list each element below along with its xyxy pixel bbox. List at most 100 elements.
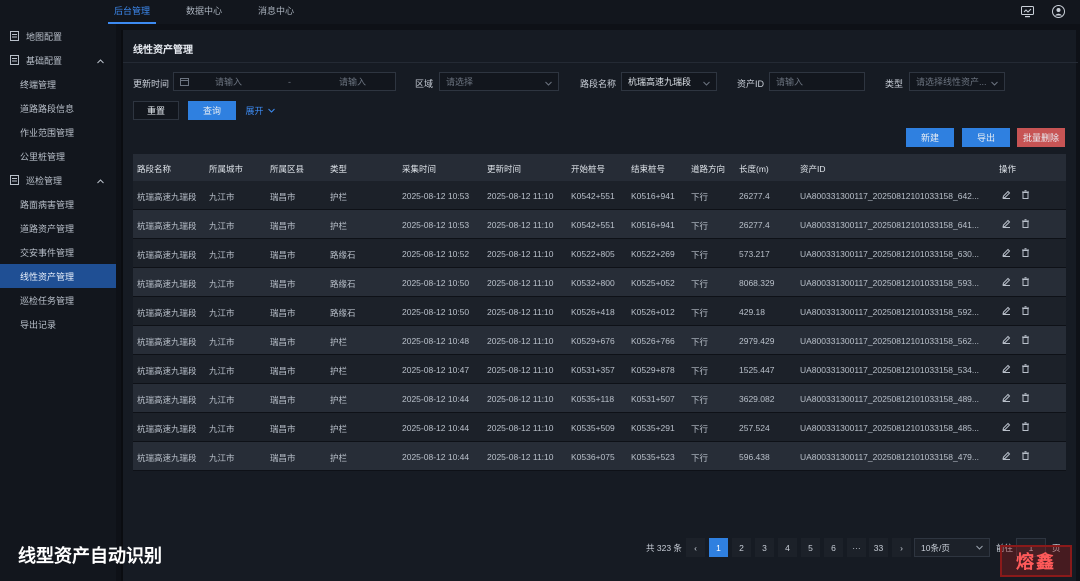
sidebar-item-label: 道路资产管理	[20, 223, 75, 234]
table-row[interactable]: 杭瑞高速九瑞段 九江市 瑞昌市 护栏 2025-08-12 10:47 2025-08-1…	[133, 355, 1066, 384]
sidebar-item-basic-config[interactable]: 基础配置	[0, 48, 116, 72]
query-button[interactable]: 查询	[188, 101, 236, 120]
delete-icon[interactable]	[1021, 451, 1030, 462]
page-size-select[interactable]: 10条/页	[914, 538, 990, 557]
create-button[interactable]: 新建	[906, 128, 954, 147]
sidebar-item-label: 地图配置	[26, 31, 63, 42]
page-6-button[interactable]: 6	[824, 538, 843, 557]
table-row[interactable]: 杭瑞高速九瑞段 九江市 瑞昌市 护栏 2025-08-12 10:44 2025-08-1…	[133, 442, 1066, 471]
sidebar-item-km-marker[interactable]: 公里桩管理	[0, 144, 116, 168]
delete-icon[interactable]	[1021, 248, 1030, 259]
cell-direction: 下行	[691, 366, 709, 376]
cell-type: 路缘石	[330, 250, 356, 260]
edit-icon[interactable]	[1002, 190, 1011, 201]
next-page-button[interactable]: ›	[892, 538, 911, 557]
cell-collect-time: 2025-08-12 10:44	[402, 452, 470, 462]
tab-data-center[interactable]: 数据中心	[180, 0, 228, 24]
expand-button[interactable]: 展开	[243, 101, 277, 120]
cell-length: 26277.4	[739, 220, 770, 230]
cell-length: 2979.429	[739, 336, 775, 346]
delete-icon[interactable]	[1021, 364, 1030, 375]
delete-icon[interactable]	[1021, 335, 1030, 346]
cell-city: 九江市	[209, 453, 235, 463]
sidebar-item-inspection-task[interactable]: 巡检任务管理	[0, 288, 116, 312]
region-select[interactable]: 请选择	[439, 72, 559, 91]
edit-icon[interactable]	[1002, 248, 1011, 259]
row-actions	[1002, 219, 1030, 230]
edit-icon[interactable]	[1002, 393, 1011, 404]
cell-city: 九江市	[209, 424, 235, 434]
monitor-icon[interactable]	[1020, 4, 1035, 19]
edit-icon[interactable]	[1002, 451, 1011, 462]
delete-icon[interactable]	[1021, 219, 1030, 230]
export-button[interactable]: 导出	[962, 128, 1010, 147]
cell-update-time: 2025-08-12 11:10	[487, 220, 554, 230]
reset-button[interactable]: 重置	[133, 101, 179, 120]
sidebar-item-export-record[interactable]: 导出记录	[0, 312, 116, 336]
sidebar-item-terminal[interactable]: 终端管理	[0, 72, 116, 96]
cell-start-stake: K0532+800	[571, 278, 615, 288]
more-pages-button[interactable]: ···	[847, 538, 866, 557]
cell-asset-id: UA800331300117_20250812101033158_642...	[800, 191, 979, 201]
cell-end-stake: K0516+941	[631, 191, 675, 201]
table-row[interactable]: 杭瑞高速九瑞段 九江市 瑞昌市 路缘石 2025-08-12 10:50 2025-08-…	[133, 268, 1066, 297]
table-row[interactable]: 杭瑞高速九瑞段 九江市 瑞昌市 护栏 2025-08-12 10:44 2025-08-1…	[133, 384, 1066, 413]
table-row[interactable]: 杭瑞高速九瑞段 九江市 瑞昌市 护栏 2025-08-12 10:53 2025-08-1…	[133, 181, 1066, 210]
page-1-button[interactable]: 1	[709, 538, 728, 557]
cell-collect-time: 2025-08-12 10:50	[402, 307, 470, 317]
page-5-button[interactable]: 5	[801, 538, 820, 557]
chevron-down-icon	[976, 545, 983, 550]
edit-icon[interactable]	[1002, 364, 1011, 375]
cell-length: 257.524	[739, 423, 770, 433]
cell-asset-id: UA800331300117_20250812101033158_534...	[800, 365, 979, 375]
sidebar-item-safety-event[interactable]: 交安事件管理	[0, 240, 116, 264]
table-row[interactable]: 杭瑞高速九瑞段 九江市 瑞昌市 护栏 2025-08-12 10:53 2025-08-1…	[133, 210, 1066, 239]
page-4-button[interactable]: 4	[778, 538, 797, 557]
page-2-button[interactable]: 2	[732, 538, 751, 557]
sidebar-item-linear-asset[interactable]: 线性资产管理	[0, 264, 116, 288]
table-row[interactable]: 杭瑞高速九瑞段 九江市 瑞昌市 护栏 2025-08-12 10:44 2025-08-1…	[133, 413, 1066, 442]
header-col-section-name: 路段名称	[137, 164, 172, 174]
batch-delete-button[interactable]: 批量删除	[1017, 128, 1065, 147]
table-row[interactable]: 杭瑞高速九瑞段 九江市 瑞昌市 护栏 2025-08-12 10:48 2025-08-1…	[133, 326, 1066, 355]
table-row[interactable]: 杭瑞高速九瑞段 九江市 瑞昌市 路缘石 2025-08-12 10:50 2025-08-…	[133, 297, 1066, 326]
cell-start-stake: K0542+551	[571, 191, 615, 201]
tab-admin[interactable]: 后台管理	[108, 0, 157, 24]
edit-icon[interactable]	[1002, 219, 1011, 230]
type-select[interactable]: 请选择线性资产...	[909, 72, 1005, 91]
user-icon[interactable]	[1051, 4, 1066, 19]
header-col-collect-time: 采集时间	[402, 164, 437, 174]
sidebar-item-map-config[interactable]: 地图配置	[0, 24, 116, 48]
delete-icon[interactable]	[1021, 277, 1030, 288]
end-date-input[interactable]: 请输入	[339, 75, 366, 88]
delete-icon[interactable]	[1021, 306, 1030, 317]
sidebar-item-road-asset[interactable]: 道路资产管理	[0, 216, 116, 240]
cell-type: 护栏	[330, 395, 348, 405]
tab-message-center[interactable]: 消息中心	[252, 0, 300, 24]
delete-icon[interactable]	[1021, 422, 1030, 433]
header-col-asset-id: 资产ID	[800, 164, 826, 174]
edit-icon[interactable]	[1002, 335, 1011, 346]
start-date-input[interactable]: 请输入	[215, 75, 242, 88]
cell-direction: 下行	[691, 250, 709, 260]
edit-icon[interactable]	[1002, 277, 1011, 288]
table-row[interactable]: 杭瑞高速九瑞段 九江市 瑞昌市 路缘石 2025-08-12 10:52 2025-08-…	[133, 239, 1066, 268]
delete-icon[interactable]	[1021, 393, 1030, 404]
asset-id-input[interactable]: 请输入	[769, 72, 865, 91]
page-3-button[interactable]: 3	[755, 538, 774, 557]
delete-icon[interactable]	[1021, 190, 1030, 201]
update-time-range[interactable]: 请输入 - 请输入	[173, 72, 396, 91]
sidebar-item-work-range[interactable]: 作业范围管理	[0, 120, 116, 144]
prev-page-button[interactable]: ‹	[686, 538, 705, 557]
sidebar-item-inspection[interactable]: 巡检管理	[0, 168, 116, 192]
header-col-district: 所属区县	[270, 164, 305, 174]
edit-icon[interactable]	[1002, 422, 1011, 433]
cell-city: 九江市	[209, 192, 235, 202]
edit-icon[interactable]	[1002, 306, 1011, 317]
sidebar-item-pavement-defect[interactable]: 路面病害管理	[0, 192, 116, 216]
section-select[interactable]: 杭瑞高速九瑞段	[621, 72, 717, 91]
sidebar-item-road-section[interactable]: 道路路段信息	[0, 96, 116, 120]
page-last-button[interactable]: 33	[869, 538, 888, 557]
row-actions	[1002, 248, 1030, 259]
cell-end-stake: K0525+052	[631, 278, 675, 288]
